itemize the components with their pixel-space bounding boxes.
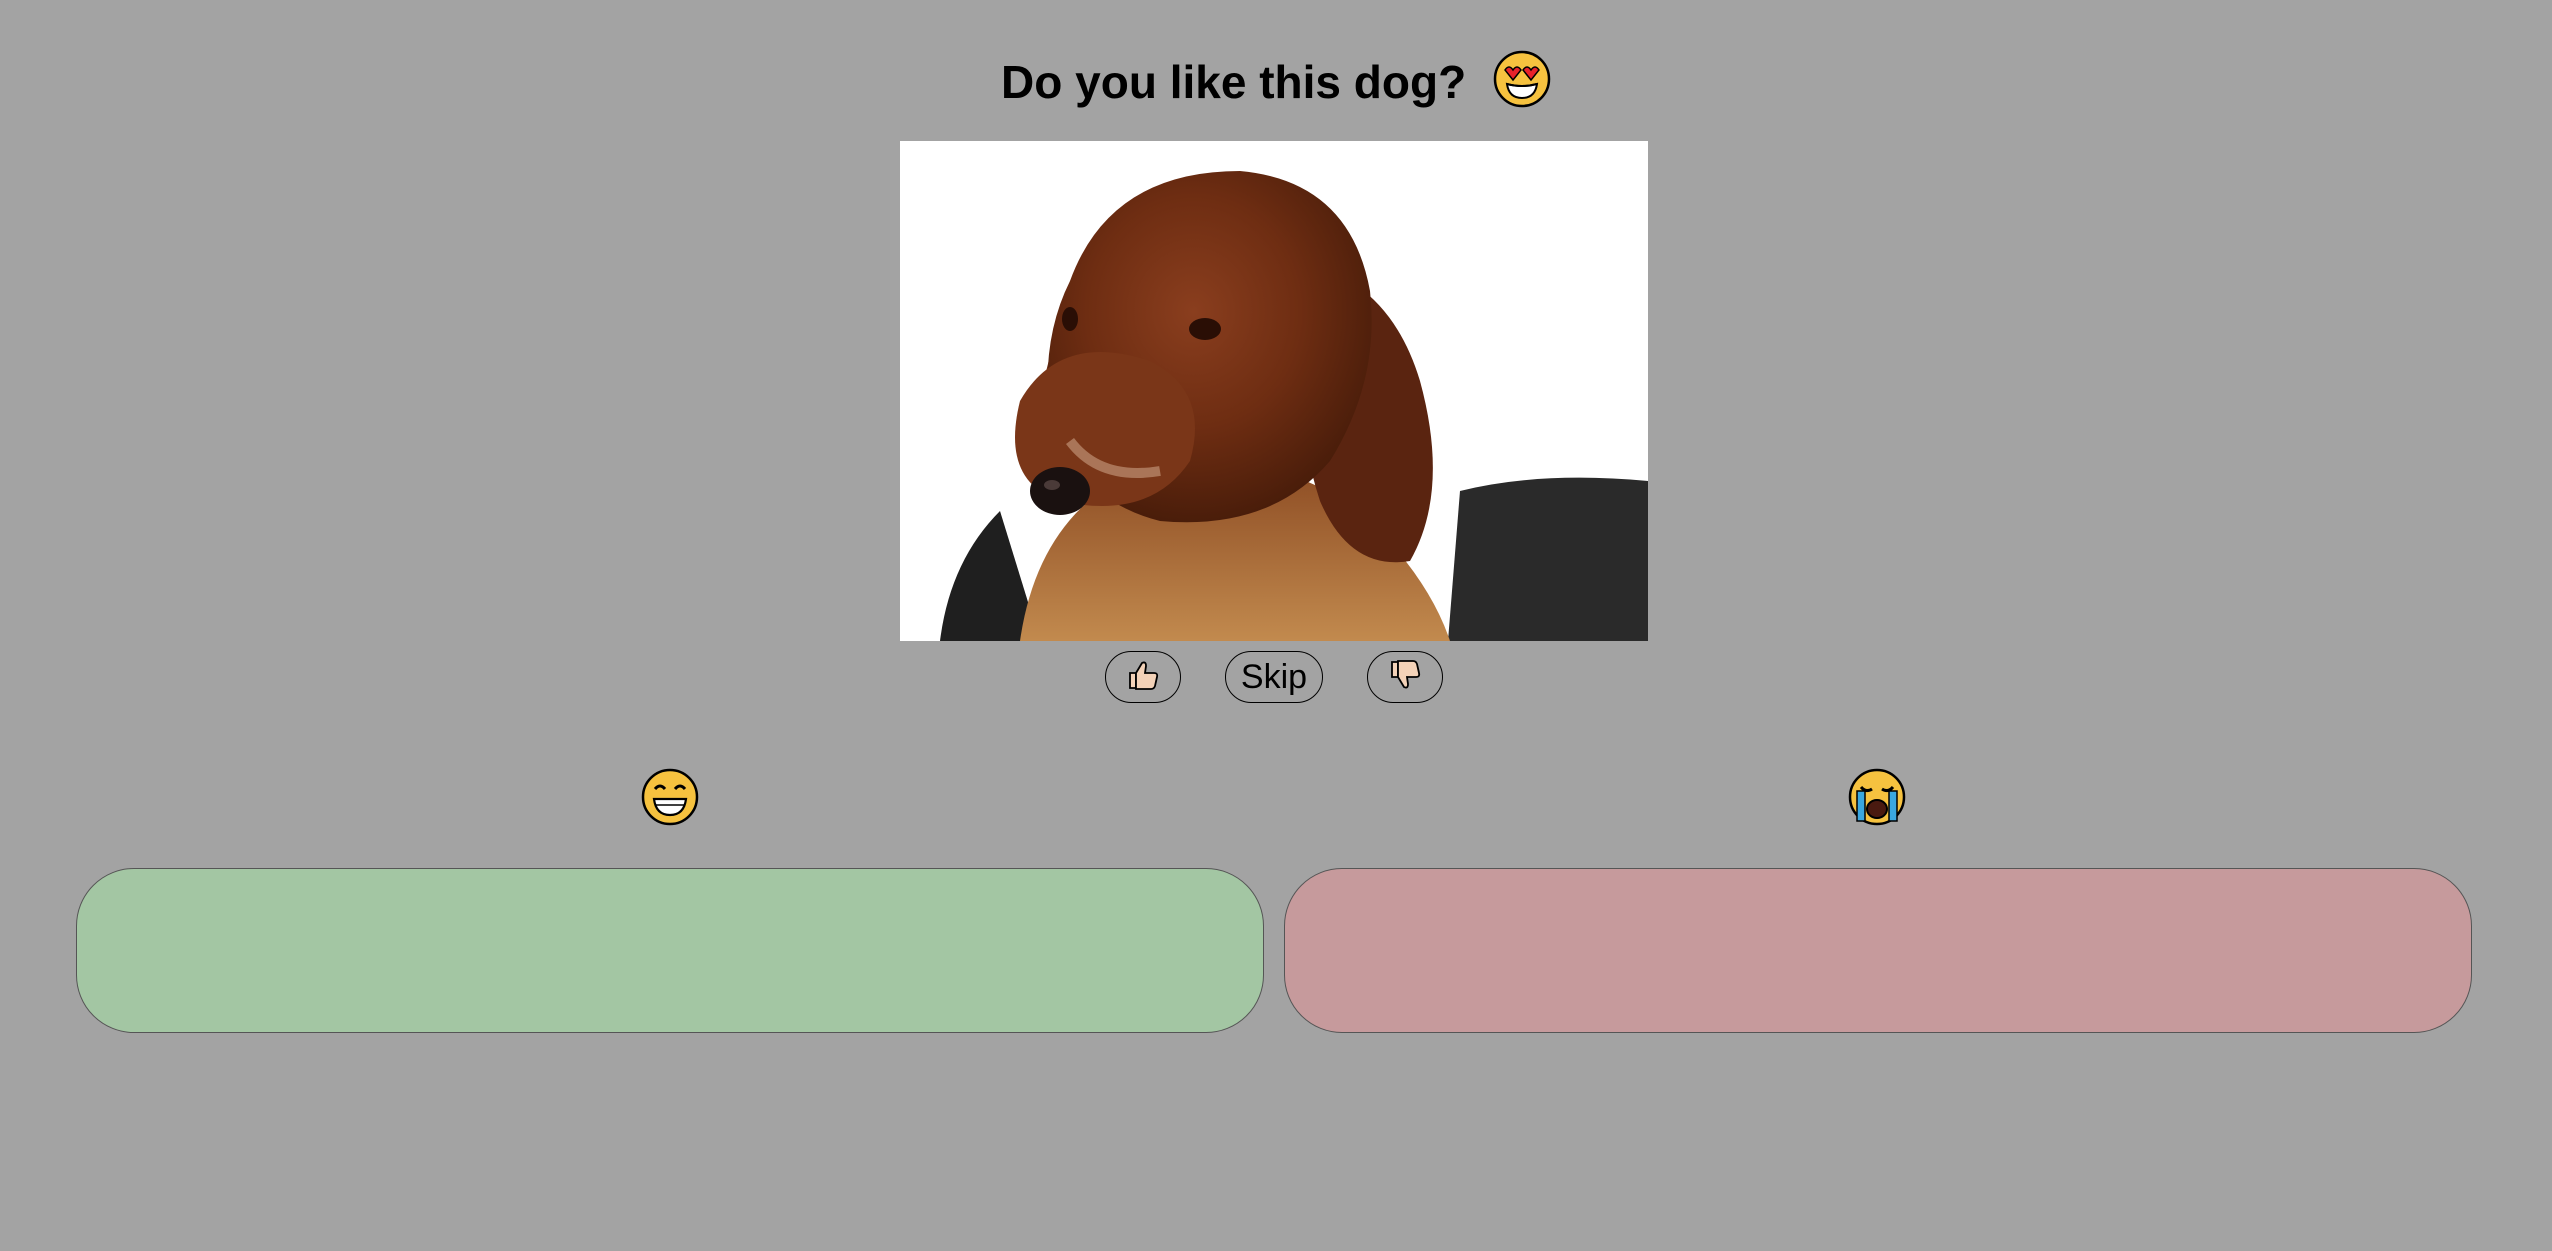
dislike-button[interactable]	[1367, 651, 1443, 703]
page: Do you like this dog? Skip	[0, 0, 2552, 1251]
liked-bucket[interactable]	[76, 868, 1264, 1033]
crying-face-icon	[1847, 767, 1907, 827]
disliked-bucket[interactable]	[1284, 868, 2472, 1033]
thumbs-up-icon	[1126, 658, 1160, 697]
page-title: Do you like this dog?	[0, 50, 2552, 122]
dog-photo	[900, 141, 1648, 641]
skip-button[interactable]: Skip	[1225, 651, 1323, 703]
grinning-face-icon	[640, 767, 700, 827]
thumbs-down-icon	[1388, 658, 1422, 697]
page-title-text: Do you like this dog?	[1001, 56, 1467, 109]
like-button[interactable]	[1105, 651, 1181, 703]
vote-controls: Skip	[0, 651, 2552, 707]
heart-eyes-face-icon	[1493, 50, 1551, 122]
